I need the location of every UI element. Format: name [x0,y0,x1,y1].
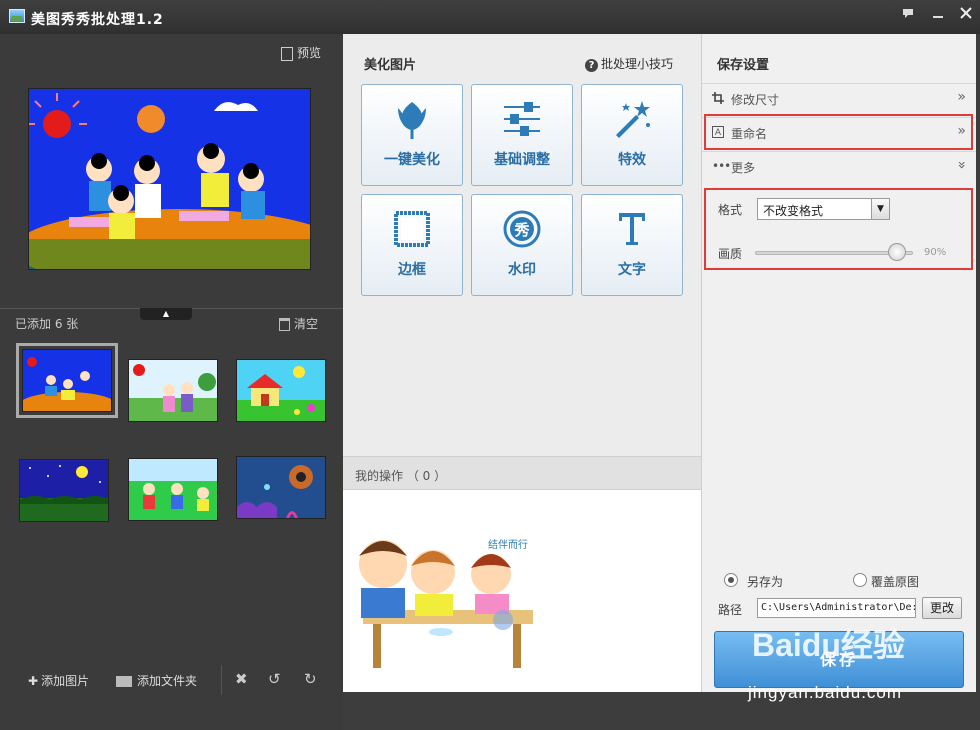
tulip-icon [362,97,462,141]
beautify-title: 美化图片 [364,58,417,73]
my-operations-label: 我的操作 （ 0 ） [355,469,447,483]
rotate-right-icon[interactable]: ↻ [304,670,317,688]
text-icon [582,207,682,251]
frame-icon [362,207,462,251]
add-folder-label: 添加文件夹 [137,674,198,688]
my-operations-area: 结伴而行 [343,490,701,692]
feedback-icon[interactable] [897,6,919,24]
svg-text:秀: 秀 [513,221,530,239]
chevron-right-icon: » [957,89,966,105]
watermark-button[interactable]: 秀 水印 [471,194,573,296]
format-label: 格式 [718,203,743,217]
tips-label: 批处理小技巧 [601,57,674,71]
more-icon: ••• [712,159,731,173]
title-bar: 美图秀秀批处理1.2 [0,0,980,34]
more-label: 更多 [731,161,756,175]
add-image-button[interactable]: ✚ 添加图片 [28,672,89,689]
window-title: 美图秀秀批处理1.2 [31,12,164,28]
tool-label: 特效 [618,152,646,168]
rotate-left-icon[interactable]: ↺ [268,670,281,688]
tool-label: 水印 [508,262,536,278]
add-folder-button[interactable]: 添加文件夹 [116,672,197,689]
minimize-icon[interactable] [927,6,949,24]
cartoon-caption: 结伴而行 [488,538,528,551]
my-operations-header: 我的操作 （ 0 ） [343,456,701,490]
empty-state-illustration: 结伴而行 [359,538,533,668]
preview-image [28,88,311,270]
thumbnail-underwater[interactable] [236,456,326,519]
overwrite-radio[interactable] [853,573,867,587]
bottom-toolbar: ✚ 添加图片 添加文件夹 ✖ ↺ ↻ [0,660,343,700]
help-icon: ? [585,59,598,72]
image-list-panel: 预览 ▲ 已添加 6 张 清空 ✚ 添加图片 添加文件夹 ✖ ↺ ↻ [0,34,343,730]
change-path-button[interactable]: 更改 [922,597,962,619]
quality-slider-thumb[interactable] [888,243,906,261]
text-button[interactable]: 文字 [581,194,683,296]
format-select[interactable]: 不改变格式 ▼ [757,198,890,220]
add-image-label: 添加图片 [41,674,90,688]
tool-label: 文字 [618,262,646,278]
clear-button[interactable]: 清空 [279,315,318,332]
effects-button[interactable]: 特效 [581,84,683,186]
folder-icon [116,676,132,687]
save-settings-panel: 保存设置 修改尺寸 » A 重命名 » ••• 更多 » 格式 不改变格式 ▼ … [701,34,976,692]
preview-button[interactable]: 预览 [281,44,321,61]
crop-icon [712,92,724,104]
watermark-icon: 秀 [472,207,572,251]
tool-label: 一键美化 [384,152,440,168]
save-as-radio[interactable] [724,573,738,587]
delete-icon[interactable]: ✖ [235,670,248,688]
beautify-panel: 美化图片 ? 批处理小技巧 一键美化 基础调整 特效 边框 秀 水印 文字 我的… [343,34,701,692]
clear-label: 清空 [294,317,319,331]
preview-label: 预览 [297,46,322,60]
baidu-watermark: Baidu经验 [752,627,905,663]
one-click-beautify-button[interactable]: 一键美化 [361,84,463,186]
plus-icon: ✚ [28,674,39,688]
basic-adjust-button[interactable]: 基础调整 [471,84,573,186]
tool-label: 边框 [398,262,426,278]
quality-percent: 90% [924,247,947,258]
preview-icon [281,46,293,61]
resize-row[interactable]: 修改尺寸 » [702,83,976,113]
quality-label: 画质 [718,247,743,261]
baidu-url: jingyan.baidu.com [748,683,903,702]
overwrite-label: 覆盖原图 [871,575,920,589]
resize-label: 修改尺寸 [731,93,780,107]
path-input[interactable]: C:\Users\Administrator\De: [757,598,916,618]
collapse-toggle[interactable]: ▲ [140,308,192,320]
thumbnail-house-garden[interactable] [236,359,326,422]
save-as-label: 另存为 [747,575,784,589]
close-icon[interactable] [955,6,977,24]
thumbnail-playground[interactable] [128,458,218,521]
sliders-icon [472,97,572,141]
chevron-down-icon: » [953,160,970,170]
toolbar-separator [221,665,222,695]
thumbnail-basketball[interactable] [16,343,118,418]
app-icon [9,9,25,23]
tool-label: 基础调整 [494,152,550,168]
format-value: 不改变格式 [763,204,824,218]
rename-highlight [704,114,973,150]
tips-link[interactable]: ? 批处理小技巧 [585,55,673,72]
thumbnail-night-sky[interactable] [19,459,109,522]
magic-wand-icon [582,97,682,141]
thumbnail-farm-kids[interactable] [128,359,218,422]
trash-icon [279,318,290,331]
more-row[interactable]: ••• 更多 » [702,151,976,181]
dropdown-arrow-icon: ▼ [871,199,889,219]
save-settings-title: 保存设置 [717,58,770,73]
path-label: 路径 [718,603,743,617]
frame-button[interactable]: 边框 [361,194,463,296]
added-count-label: 已添加 6 张 [15,317,79,331]
